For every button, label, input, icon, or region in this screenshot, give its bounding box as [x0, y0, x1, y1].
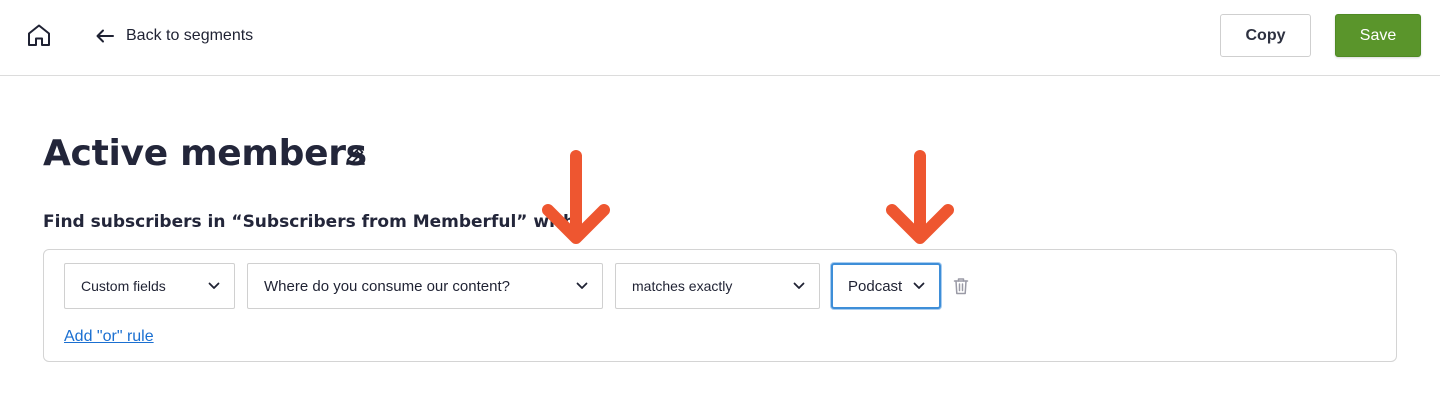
pencil-icon[interactable] — [343, 144, 367, 168]
chevron-down-icon — [208, 282, 220, 289]
chevron-down-icon — [913, 282, 925, 289]
copy-button[interactable]: Copy — [1220, 14, 1311, 57]
value-select-value: Podcast — [848, 277, 903, 295]
custom-field-select[interactable]: Where do you consume our content? — [247, 263, 603, 309]
chevron-down-icon — [576, 282, 588, 289]
field-type-value: Custom fields — [81, 278, 166, 294]
arrow-left-icon — [96, 29, 114, 43]
top-bar: Back to segments Copy Save — [0, 0, 1440, 76]
custom-field-value: Where do you consume our content? — [264, 277, 510, 295]
operator-select[interactable]: matches exactly — [615, 263, 820, 309]
add-or-rule-link[interactable]: Add "or" rule — [64, 328, 154, 346]
value-select[interactable]: Podcast — [831, 263, 941, 309]
field-type-select[interactable]: Custom fields — [64, 263, 235, 309]
chevron-down-icon — [793, 282, 805, 289]
back-to-segments-link[interactable]: Back to segments — [96, 24, 253, 48]
annotation-arrow — [540, 150, 612, 246]
back-link-label: Back to segments — [126, 27, 254, 44]
operator-value: matches exactly — [632, 278, 733, 294]
segment-description: Find subscribers in “Subscribers from Me… — [43, 212, 582, 232]
page-title: Active members — [43, 133, 367, 174]
save-button[interactable]: Save — [1335, 14, 1421, 57]
annotation-arrow — [884, 150, 956, 246]
trash-icon[interactable] — [953, 277, 969, 295]
home-icon[interactable] — [26, 22, 52, 48]
